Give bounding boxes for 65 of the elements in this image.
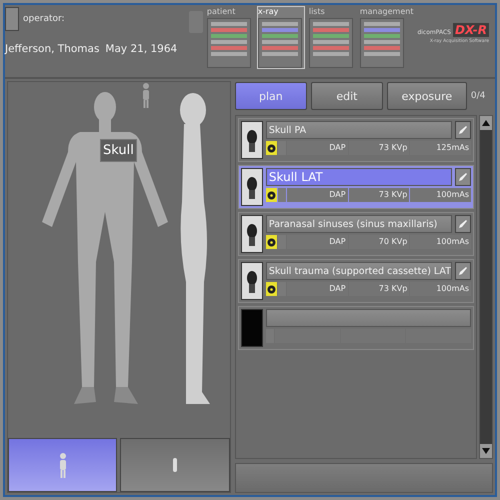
mas-cell: 100mAs (410, 235, 472, 249)
tab[interactable]: exposure (386, 82, 467, 110)
screen-thumbnail (206, 18, 251, 68)
edit-button[interactable] (455, 168, 471, 186)
pen-icon (458, 219, 468, 229)
exam-name: Skull trauma (supported cassette) LAT (266, 262, 452, 280)
radiation-icon (266, 188, 277, 202)
status-cell (278, 282, 286, 296)
logo-product: DX-R (452, 23, 489, 37)
radiation-icon (266, 141, 277, 155)
empty-slot[interactable] (238, 306, 474, 350)
scroll-up-button[interactable] (480, 116, 492, 130)
status-cell (278, 188, 286, 202)
screen-thumbnail (258, 18, 302, 68)
dose-cell: DAP (286, 188, 348, 202)
mas-cell: 100mAs (410, 188, 472, 202)
edit-button[interactable] (455, 262, 471, 280)
status-cell (278, 235, 286, 249)
nav-tab[interactable]: x-ray (258, 7, 304, 68)
exam-name: Skull PA (266, 121, 452, 139)
caret-up-icon (482, 120, 490, 126)
scroll-down-button[interactable] (480, 444, 492, 458)
kvp-cell: 73 KVp (348, 188, 410, 202)
exam-name: Paranasal sinuses (sinus maxillaris) (266, 215, 452, 233)
xray-thumbnail (240, 262, 263, 300)
nav-tab[interactable]: management (360, 7, 414, 68)
nav-tab[interactable]: patient (206, 7, 253, 68)
exam-name: Skull LAT (266, 168, 452, 186)
pen-icon (458, 172, 468, 182)
mas-cell: 125mAs (410, 141, 472, 155)
scrollbar[interactable] (479, 115, 493, 459)
kvp-cell: 70 KVp (348, 235, 410, 249)
operator-label: operator: (23, 14, 65, 24)
radiation-icon (266, 282, 277, 296)
kvp-cell: 73 KVp (348, 141, 410, 155)
radiation-icon (266, 235, 277, 249)
region-label[interactable]: Skull (100, 139, 137, 162)
status-cell (278, 141, 286, 155)
xray-thumbnail (240, 121, 263, 159)
screen-thumbnail (360, 18, 404, 68)
exam-row[interactable]: Paranasal sinuses (sinus maxillaris) DAP 70 KVp 100mAs (238, 212, 474, 256)
screen-thumbnail (308, 18, 353, 68)
tab[interactable]: plan (234, 82, 307, 110)
dose-cell: DAP (286, 141, 348, 155)
nav-tab[interactable]: lists (308, 7, 355, 68)
caret-down-icon (482, 448, 490, 454)
edit-button[interactable] (455, 215, 471, 233)
exam-row[interactable]: Skull LAT DAP 73 KVp 100mAs (238, 165, 474, 209)
kvp-cell: 73 KVp (348, 282, 410, 296)
edit-button[interactable] (455, 121, 471, 139)
pen-icon (458, 266, 468, 276)
xray-thumbnail (240, 215, 263, 253)
side-view-button[interactable] (120, 438, 230, 492)
exam-counter: 0/4 (470, 91, 486, 101)
tab[interactable]: edit (310, 82, 383, 110)
dose-cell: DAP (286, 235, 348, 249)
patient-name: Jefferson, Thomas (5, 43, 100, 55)
exam-row[interactable]: Skull trauma (supported cassette) LAT DAP 73 KVp 100mAs (238, 259, 474, 303)
birth-date: May 21, 1964 (105, 43, 178, 55)
mas-cell: 100mAs (410, 282, 472, 296)
xray-thumbnail (240, 168, 263, 206)
dose-cell: DAP (286, 282, 348, 296)
front-view-button[interactable] (8, 438, 118, 492)
pen-icon (458, 125, 468, 135)
exam-row[interactable]: Skull PA DAP 73 KVp 125mAs (238, 118, 474, 162)
